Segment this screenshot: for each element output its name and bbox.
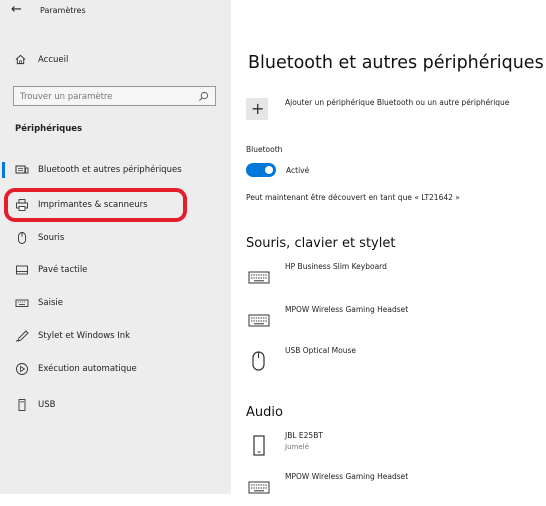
toggle-knob xyxy=(265,166,273,174)
device-name: HP Business Slim Keyboard xyxy=(285,262,387,271)
usb-icon xyxy=(18,399,26,411)
sidebar-item-autoplay[interactable]: Exécution automatique xyxy=(0,356,231,382)
section-heading-input-devices: Souris, clavier et stylet xyxy=(246,236,396,251)
device-name: USB Optical Mouse xyxy=(285,346,356,355)
plus-icon: + xyxy=(246,98,268,120)
keyboard-icon xyxy=(248,314,270,327)
phone-icon xyxy=(253,435,265,456)
section-heading: Périphériques xyxy=(15,124,83,134)
sidebar-item-label: Accueil xyxy=(38,55,69,65)
device-item[interactable]: JBL E25BT Jumelé xyxy=(246,431,546,465)
sidebar-item-label: Saisie xyxy=(38,298,63,308)
device-item[interactable]: USB Optical Mouse xyxy=(246,346,546,380)
home-icon xyxy=(15,54,26,65)
title-bar: ← Paramètres xyxy=(0,0,231,30)
printer-icon xyxy=(16,199,28,211)
device-item[interactable]: MPOW Wireless Gaming Headset xyxy=(246,305,546,339)
sidebar-item-label: USB xyxy=(38,400,56,410)
sidebar-item-mouse[interactable]: Souris xyxy=(0,225,231,251)
add-device-button[interactable]: + Ajouter un périphérique Bluetooth ou u… xyxy=(246,94,546,124)
main-content: Bluetooth et autres périphériques + Ajou… xyxy=(231,0,546,494)
sidebar-item-label: Stylet et Windows Ink xyxy=(38,331,131,341)
section-heading-audio: Audio xyxy=(246,405,283,420)
toggle-state-label: Activé xyxy=(286,166,310,175)
app-title: Paramètres xyxy=(40,6,86,15)
selection-indicator xyxy=(2,162,5,178)
pen-icon xyxy=(15,330,29,342)
search-input[interactable] xyxy=(14,87,202,107)
sidebar-item-label: Exécution automatique xyxy=(38,364,137,374)
device-name: JBL E25BT xyxy=(285,431,323,440)
mouse-icon xyxy=(18,232,26,244)
sidebar-item-bluetooth[interactable]: Bluetooth et autres périphériques xyxy=(0,157,231,183)
autoplay-icon xyxy=(16,363,28,375)
sidebar-item-label: Pavé tactile xyxy=(38,265,88,275)
keyboard-icon xyxy=(248,481,270,494)
device-item[interactable]: MPOW Wireless Gaming Headset xyxy=(246,472,546,506)
search-icon[interactable] xyxy=(198,91,209,102)
bluetooth-toggle[interactable] xyxy=(246,163,276,177)
device-name: MPOW Wireless Gaming Headset xyxy=(285,472,409,481)
mouse-icon xyxy=(252,351,265,371)
sidebar-item-label: Imprimantes & scanneurs xyxy=(38,200,148,210)
sidebar-item-printers[interactable]: Imprimantes & scanneurs xyxy=(0,192,231,218)
sidebar-item-home[interactable]: Accueil xyxy=(0,48,231,74)
sidebar-item-pen[interactable]: Stylet et Windows Ink xyxy=(0,323,231,349)
page-title: Bluetooth et autres périphériques xyxy=(248,53,544,73)
search-box[interactable] xyxy=(13,86,216,107)
sidebar: ← Paramètres Accueil Périphériques Bluet… xyxy=(0,0,231,494)
sidebar-item-usb[interactable]: USB xyxy=(0,392,231,418)
device-item[interactable]: HP Business Slim Keyboard xyxy=(246,262,546,296)
sidebar-item-typing[interactable]: Saisie xyxy=(0,290,231,316)
sidebar-item-touchpad[interactable]: Pavé tactile xyxy=(0,257,231,283)
device-name: MPOW Wireless Gaming Headset xyxy=(285,305,409,314)
sidebar-item-label: Souris xyxy=(38,233,65,243)
touchpad-icon xyxy=(16,265,28,275)
back-arrow-icon[interactable]: ← xyxy=(11,2,22,17)
sidebar-item-label: Bluetooth et autres périphériques xyxy=(38,165,182,175)
discoverable-text: Peut maintenant être découvert en tant q… xyxy=(246,193,460,202)
add-device-label: Ajouter un périphérique Bluetooth ou un … xyxy=(285,98,510,107)
keyboard-icon xyxy=(248,271,270,284)
device-status: Jumelé xyxy=(285,443,309,451)
bluetooth-devices-icon xyxy=(15,165,29,174)
keyboard-icon xyxy=(15,299,29,307)
bluetooth-label: Bluetooth xyxy=(246,145,283,154)
